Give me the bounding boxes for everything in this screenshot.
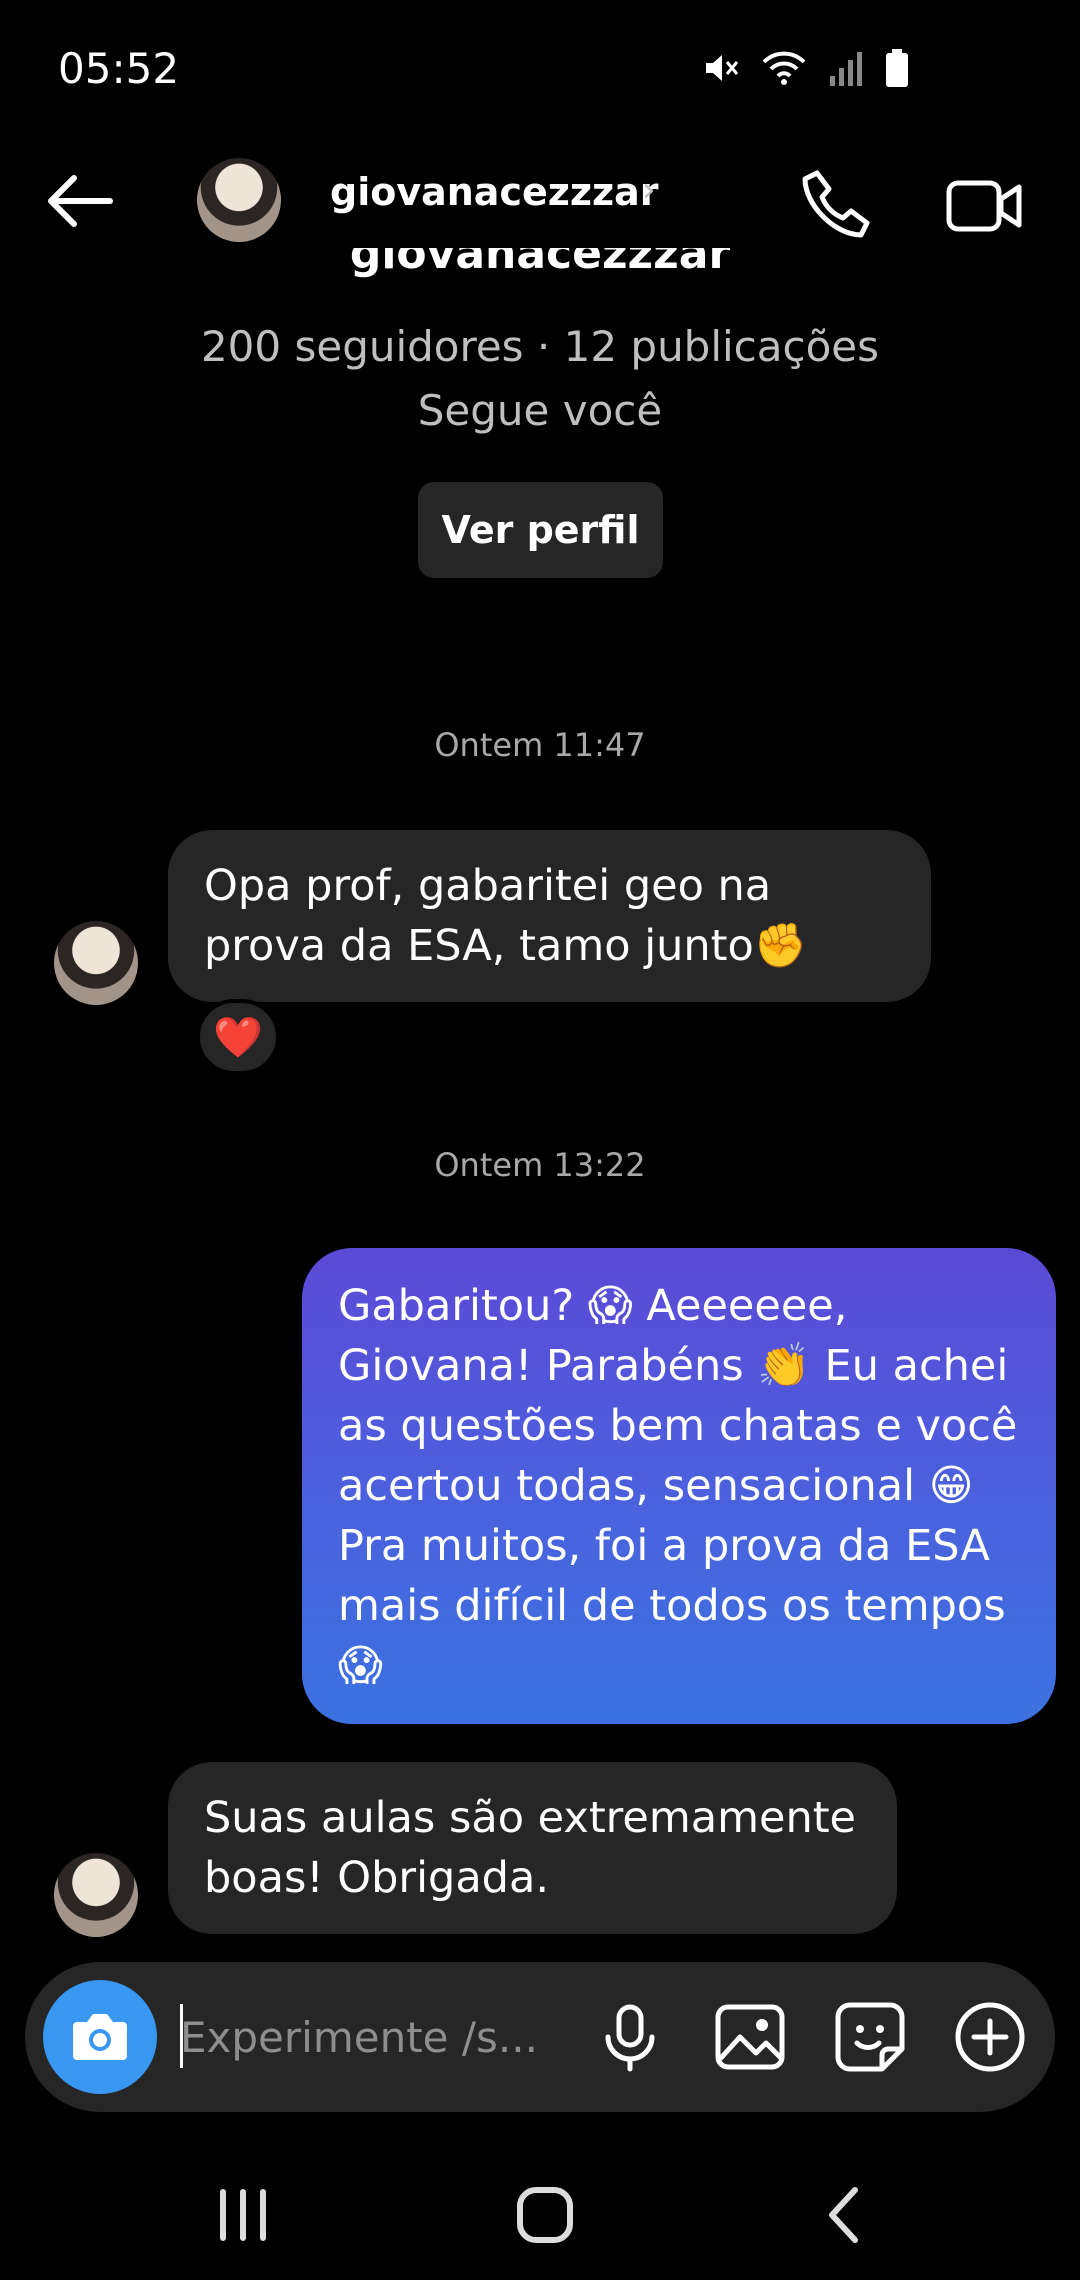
- chevron-right-icon: ›: [642, 170, 656, 210]
- header-username[interactable]: giovanacezzzar: [330, 170, 658, 214]
- signal-icon: [828, 48, 864, 92]
- video-call-button[interactable]: [945, 165, 1025, 245]
- follows-you-label: Segue você: [417, 386, 663, 435]
- heart-reaction-icon[interactable]: ❤️: [196, 999, 280, 1075]
- wifi-icon: [760, 48, 808, 92]
- home-button[interactable]: [500, 2180, 590, 2250]
- profile-name: giovanacezzzar: [349, 248, 731, 278]
- home-icon: [517, 2187, 573, 2243]
- video-icon: [946, 180, 1022, 232]
- sticker-icon: [835, 2002, 905, 2072]
- sender-avatar[interactable]: [54, 1853, 138, 1937]
- status-time: 05:52: [58, 44, 180, 93]
- message-bubble-incoming[interactable]: Suas aulas são extremamente boas! Obriga…: [168, 1762, 897, 1934]
- header-avatar[interactable]: [197, 158, 281, 242]
- system-nav-bar: [0, 2150, 1080, 2280]
- camera-icon: [73, 2014, 127, 2060]
- camera-button[interactable]: [43, 1980, 157, 2094]
- back-button[interactable]: [40, 166, 120, 236]
- plus-icon: [955, 2002, 1025, 2072]
- status-bar: 05:52: [0, 0, 1080, 140]
- sticker-button[interactable]: [830, 1997, 910, 2077]
- more-options-button[interactable]: [950, 1997, 1030, 2077]
- voice-call-button[interactable]: [795, 165, 875, 245]
- message-bubble-outgoing[interactable]: Gabaritou? 😱 Aeeeeee, Giovana! Parabéns …: [302, 1248, 1056, 1724]
- message-timestamp: Ontem 13:22: [434, 1146, 646, 1184]
- back-icon: [829, 2187, 858, 2243]
- microphone-icon: [605, 2004, 655, 2072]
- recent-apps-button[interactable]: [198, 2180, 288, 2250]
- system-back-button[interactable]: [800, 2180, 890, 2250]
- battery-icon: [884, 48, 910, 92]
- message-bubble-incoming[interactable]: Opa prof, gabaritei geo na prova da ESA,…: [168, 830, 931, 1002]
- status-icons: [700, 48, 910, 92]
- mute-icon: [700, 48, 740, 92]
- message-composer: [25, 1962, 1055, 2112]
- microphone-button[interactable]: [590, 1997, 670, 2077]
- message-input[interactable]: [180, 2000, 570, 2074]
- phone-icon: [802, 170, 870, 238]
- image-icon: [715, 2004, 785, 2070]
- sender-avatar[interactable]: [54, 921, 138, 1005]
- view-profile-button[interactable]: Ver perfil: [418, 482, 663, 578]
- recent-apps-icon: [220, 2189, 266, 2241]
- chat-header: giovanacezzzar ›: [0, 140, 1080, 260]
- gallery-button[interactable]: [710, 1997, 790, 2077]
- back-arrow-icon: [48, 175, 113, 227]
- profile-stats: 200 seguidores · 12 publicações: [200, 322, 880, 371]
- message-timestamp: Ontem 11:47: [434, 726, 646, 764]
